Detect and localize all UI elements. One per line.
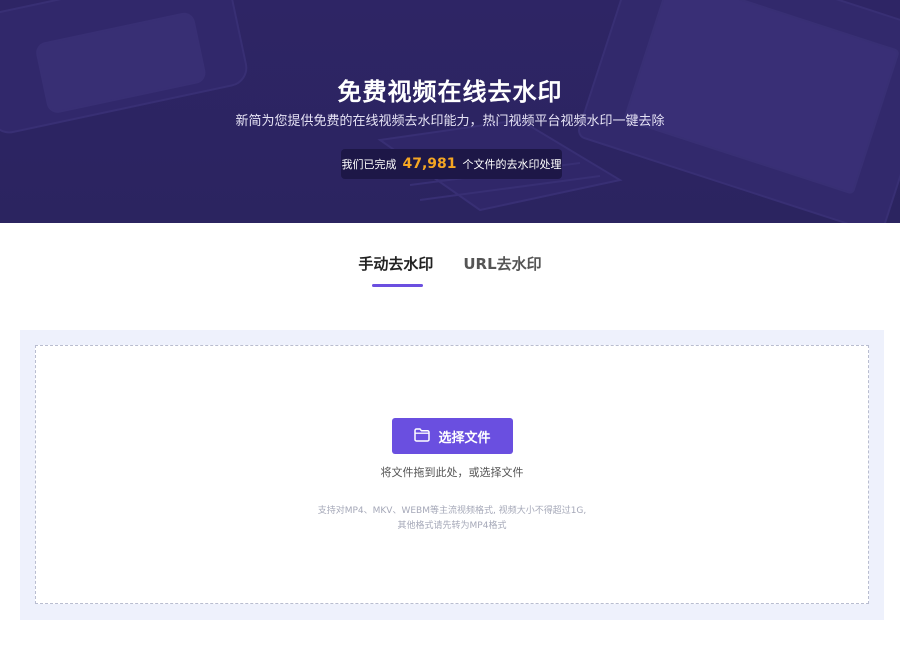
supported-formats-line-1: 支持对MP4、MKV、WEBM等主流视频格式, 视频大小不得超过1G, bbox=[317, 506, 587, 516]
mode-tabs: 手动去水印 URL去水印 bbox=[0, 253, 900, 287]
supported-formats-note: 支持对MP4、MKV、WEBM等主流视频格式, 视频大小不得超过1G, 其他格式… bbox=[36, 504, 868, 534]
processed-count-number: 47,981 bbox=[402, 156, 457, 172]
tab-url-watermark-removal[interactable]: URL去水印 bbox=[463, 253, 541, 284]
page-title: 免费视频在线去水印 bbox=[337, 78, 563, 106]
tab-manual-watermark-removal[interactable]: 手动去水印 bbox=[358, 253, 433, 287]
drag-drop-hint: 将文件拖到此处，或选择文件 bbox=[380, 466, 524, 479]
choose-file-button[interactable]: 选择文件 bbox=[392, 418, 513, 454]
file-dropzone[interactable]: 选择文件 将文件拖到此处，或选择文件 支持对MP4、MKV、WEBM等主流视频格… bbox=[35, 345, 869, 604]
stat-suffix: 个文件的去水印处理 bbox=[462, 158, 562, 171]
choose-file-label: 选择文件 bbox=[438, 429, 491, 445]
hero-subtitle: 新简为您提供免费的在线视频去水印能力，热门视频平台视频水印一键去除 bbox=[235, 114, 665, 129]
supported-formats-line-2: 其他格式请先转为MP4格式 bbox=[397, 521, 507, 531]
hero-banner: 免费视频在线去水印 新简为您提供免费的在线视频去水印能力，热门视频平台视频水印一… bbox=[0, 0, 900, 223]
folder-icon bbox=[414, 427, 431, 445]
processed-count-badge: 我们已完成 47,981 个文件的去水印处理 bbox=[341, 149, 562, 179]
upload-panel: 选择文件 将文件拖到此处，或选择文件 支持对MP4、MKV、WEBM等主流视频格… bbox=[20, 330, 884, 620]
stat-prefix: 我们已完成 bbox=[341, 158, 397, 171]
